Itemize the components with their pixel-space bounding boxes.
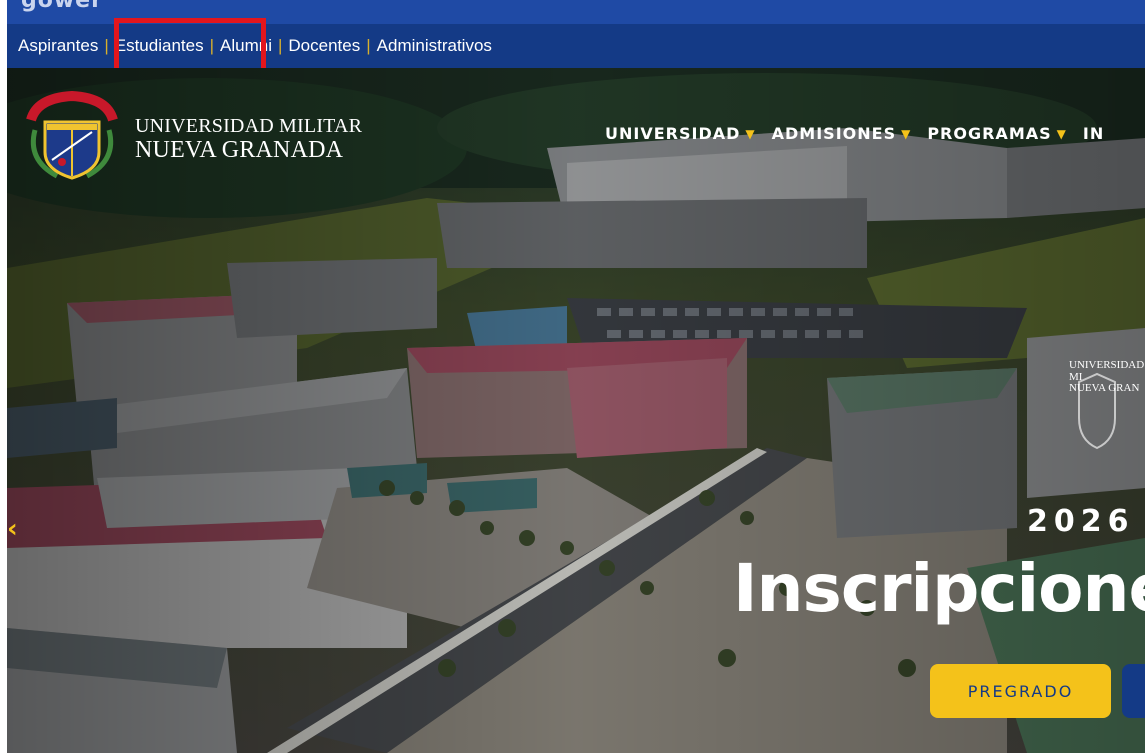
separator: |: [277, 36, 283, 55]
nav-more[interactable]: IN: [1083, 124, 1104, 143]
nav-more-label: IN: [1082, 124, 1105, 143]
hero-banner: UNIVERSIDAD MILITAR NUEVA GRANADA UNIVER…: [7, 68, 1145, 753]
top-strip-text: gower: [21, 0, 103, 13]
nav-admisiones[interactable]: ADMISIONES ▼: [772, 124, 912, 143]
logo-line2: NUEVA GRANADA: [135, 137, 344, 163]
university-logo[interactable]: UNIVERSIDAD MILITAR NUEVA GRANADA: [17, 90, 362, 182]
separator: |: [104, 36, 109, 55]
carousel-prev-icon[interactable]: ‹: [7, 514, 18, 544]
nav-programas-label: PROGRAMAS: [927, 124, 1052, 143]
audience-link-docentes[interactable]: Docentes: [288, 36, 360, 56]
chevron-down-icon: ▼: [901, 126, 912, 141]
nav-programas[interactable]: PROGRAMAS ▼: [927, 124, 1067, 143]
audience-link-administrativos[interactable]: Administrativos: [377, 36, 492, 56]
browser-viewport: gower Aspirantes | Estudiantes | Alumni …: [7, 0, 1145, 753]
nav-universidad[interactable]: UNIVERSIDAD ▼: [605, 124, 756, 143]
secondary-button[interactable]: [1122, 664, 1145, 718]
crest-icon: [26, 90, 118, 180]
separator: |: [366, 36, 371, 55]
hero-year: 2026: [1027, 504, 1135, 539]
background-seal-line2: NUEVA GRAN: [1069, 382, 1140, 395]
pregrado-button[interactable]: PREGRADO: [930, 664, 1111, 718]
logo-line1: UNIVERSIDAD MILITAR: [135, 115, 363, 137]
nav-admisiones-label: ADMISIONES: [771, 124, 897, 143]
highlight-box: [114, 18, 266, 73]
nav-universidad-label: UNIVERSIDAD: [605, 124, 741, 143]
background-seal-text: UNIVERSIDAD MI NUEVA GRAN: [1069, 359, 1145, 395]
background-seal-line1: UNIVERSIDAD MI: [1069, 359, 1145, 383]
hero-headline: Inscripcione: [733, 550, 1145, 627]
chevron-down-icon: ▼: [745, 126, 756, 141]
audience-link-aspirantes[interactable]: Aspirantes: [18, 36, 98, 56]
main-nav: UNIVERSIDAD ▼ ADMISIONES ▼ PROGRAMAS ▼ I…: [605, 124, 1120, 143]
logo-wordmark: UNIVERSIDAD MILITAR NUEVA GRANADA: [135, 116, 362, 162]
chevron-down-icon: ▼: [1056, 126, 1067, 141]
